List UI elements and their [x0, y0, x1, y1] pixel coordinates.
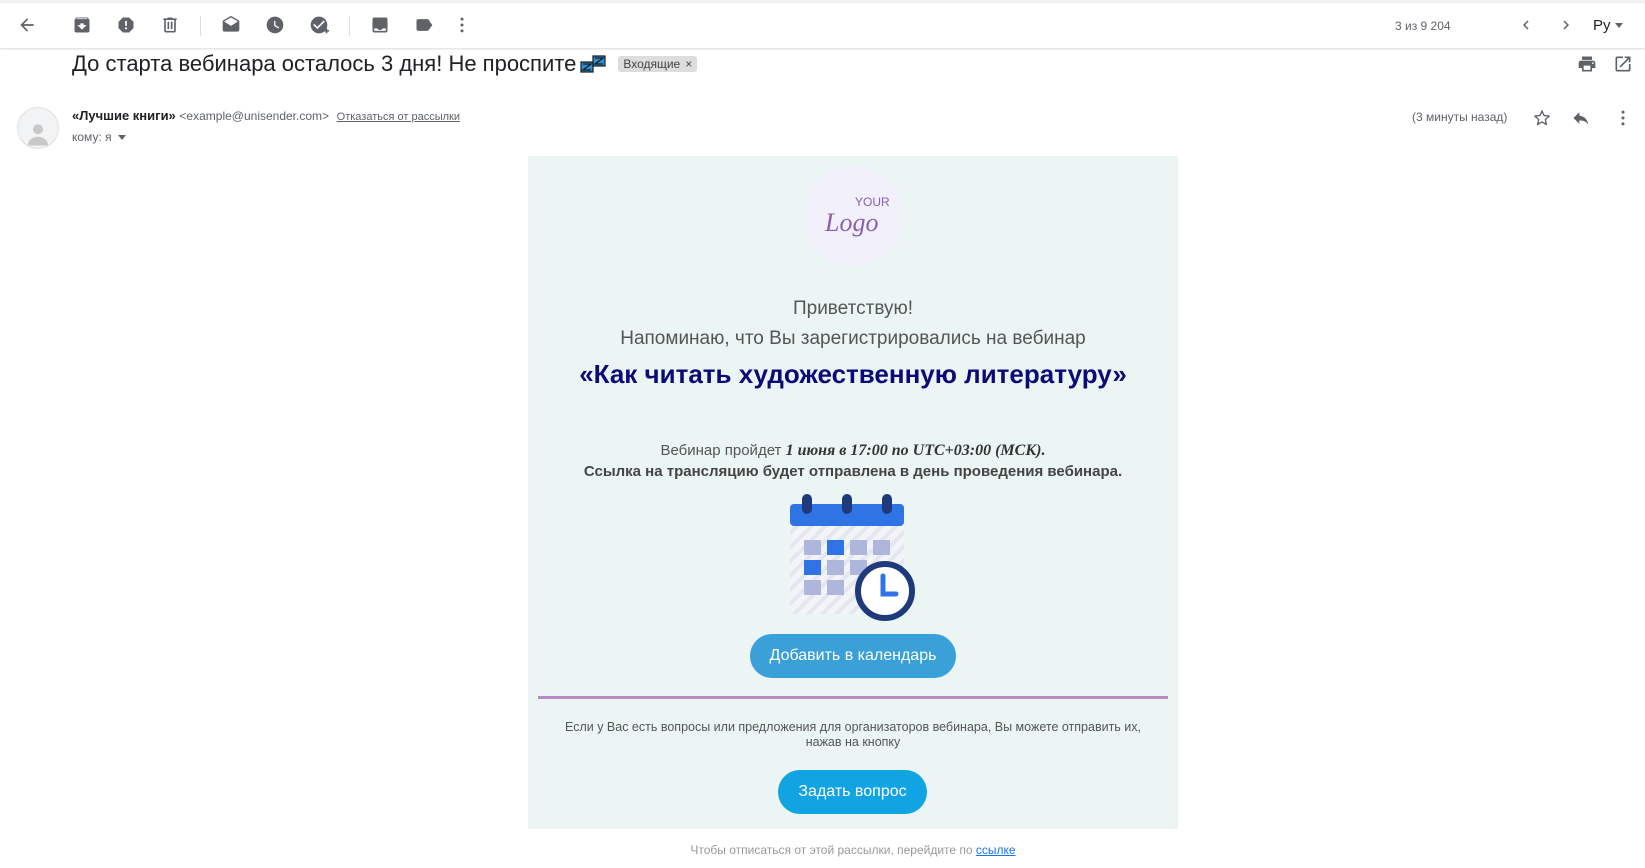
svg-text:Logo: Logo [824, 208, 878, 237]
trash-icon [163, 17, 177, 33]
link-note: Ссылка на трансляцию будет отправлена в … [583, 463, 1123, 480]
inbox-label-text: Входящие [623, 57, 681, 71]
move-to-icon [372, 17, 388, 33]
subject-text: До старта вебинара осталось 3 дня! Не пр… [72, 51, 577, 76]
add-task-button[interactable] [301, 7, 337, 43]
report-spam-button[interactable] [108, 7, 144, 43]
webinar-date: Вебинар пройдет 1 июня в 17:00 по UTC+03… [528, 442, 1178, 460]
lang-label: Ру [1593, 17, 1611, 34]
print-button[interactable] [1575, 52, 1599, 76]
delete-button[interactable] [152, 7, 188, 43]
sender-line: «Лучшие книги» <example@unisender.com> О… [72, 108, 460, 123]
star-icon [1534, 110, 1550, 126]
clock-icon [266, 16, 284, 34]
archive-icon [74, 17, 90, 33]
report-icon [118, 17, 134, 33]
inbox-label-chip: Входящие × [618, 56, 698, 72]
back-button[interactable] [9, 7, 45, 43]
reply-button[interactable] [1569, 106, 1593, 130]
older-button[interactable] [1548, 7, 1584, 43]
remove-label-button[interactable]: × [685, 57, 692, 71]
more-button[interactable] [444, 7, 480, 43]
avatar [17, 107, 59, 149]
ask-question-button[interactable]: Задать вопрос [778, 770, 927, 814]
recipient-text: кому: я [72, 130, 112, 144]
recipient-line[interactable]: кому: я [72, 130, 126, 144]
reminder-text: Напоминаю, что Вы зарегистрировались на … [620, 328, 1086, 349]
pager-count: 3 из 9 204 [1395, 19, 1451, 33]
sender-name[interactable]: «Лучшие книги» [72, 108, 176, 123]
question-note: Если у Вас есть вопросы или предложения … [565, 720, 1141, 749]
footer-unsubscribe-link[interactable]: ссылке [976, 843, 1016, 857]
zzz-emoji-icon [580, 55, 606, 73]
chevron-down-icon[interactable] [117, 134, 126, 140]
chevron-right-icon [1563, 20, 1569, 30]
toolbar-separator [200, 16, 201, 36]
your-logo-icon: YOUR Logo [824, 195, 890, 237]
star-button[interactable] [1530, 106, 1554, 130]
open-in-new-icon [1615, 56, 1631, 72]
svg-text:YOUR: YOUR [855, 195, 890, 209]
add-task-icon [310, 16, 329, 34]
more-vert-icon [1621, 110, 1625, 126]
unsubscribe-link[interactable]: Отказаться от рассылки [337, 111, 460, 123]
more-vert-icon [460, 17, 464, 33]
logo: YOUR Logo [803, 166, 903, 266]
add-to-calendar-button[interactable]: Добавить в календарь [750, 634, 956, 678]
move-to-button[interactable] [362, 7, 398, 43]
chevron-down-icon [1614, 23, 1623, 28]
sender-email: <example@unisender.com> [179, 109, 330, 123]
greeting: Приветствую! [792, 298, 914, 319]
message-more-button[interactable] [1611, 106, 1635, 130]
arrow-left-icon [20, 18, 34, 32]
input-tools-button[interactable]: Ру [1593, 17, 1623, 34]
archive-button[interactable] [64, 7, 100, 43]
labels-button[interactable] [406, 7, 442, 43]
person-icon [28, 124, 48, 146]
mark-unread-button[interactable] [213, 7, 249, 43]
date-value: 1 июня в 17:00 по UTC+03:00 (МСК). [785, 442, 1046, 459]
divider [538, 696, 1168, 699]
reply-icon [1573, 112, 1589, 125]
snooze-button[interactable] [257, 7, 293, 43]
newer-button[interactable] [1508, 7, 1544, 43]
toolbar-separator [349, 16, 350, 36]
chevron-left-icon [1523, 20, 1529, 30]
open-new-window-button[interactable] [1611, 52, 1635, 76]
unsubscribe-footer: Чтобы отписаться от этой рассылки, перей… [528, 843, 1178, 857]
message-time: (3 минуты назад) [1412, 110, 1508, 124]
toolbar: 3 из 9 204 Ру [0, 3, 1645, 48]
date-prefix: Вебинар пройдет [660, 442, 782, 459]
print-icon [1578, 56, 1596, 72]
label-icon [416, 19, 433, 31]
email-subject: До старта вебинара осталось 3 дня! Не пр… [72, 51, 698, 77]
email-content: YOUR Logo Приветствую! Напоминаю, что Вы… [528, 156, 1178, 829]
webinar-title: «Как читать художественную литературу» [579, 359, 1127, 389]
footer-text: Чтобы отписаться от этой рассылки, перей… [690, 843, 973, 857]
mail-open-icon [222, 15, 240, 32]
calendar-clock-icon [790, 494, 915, 621]
